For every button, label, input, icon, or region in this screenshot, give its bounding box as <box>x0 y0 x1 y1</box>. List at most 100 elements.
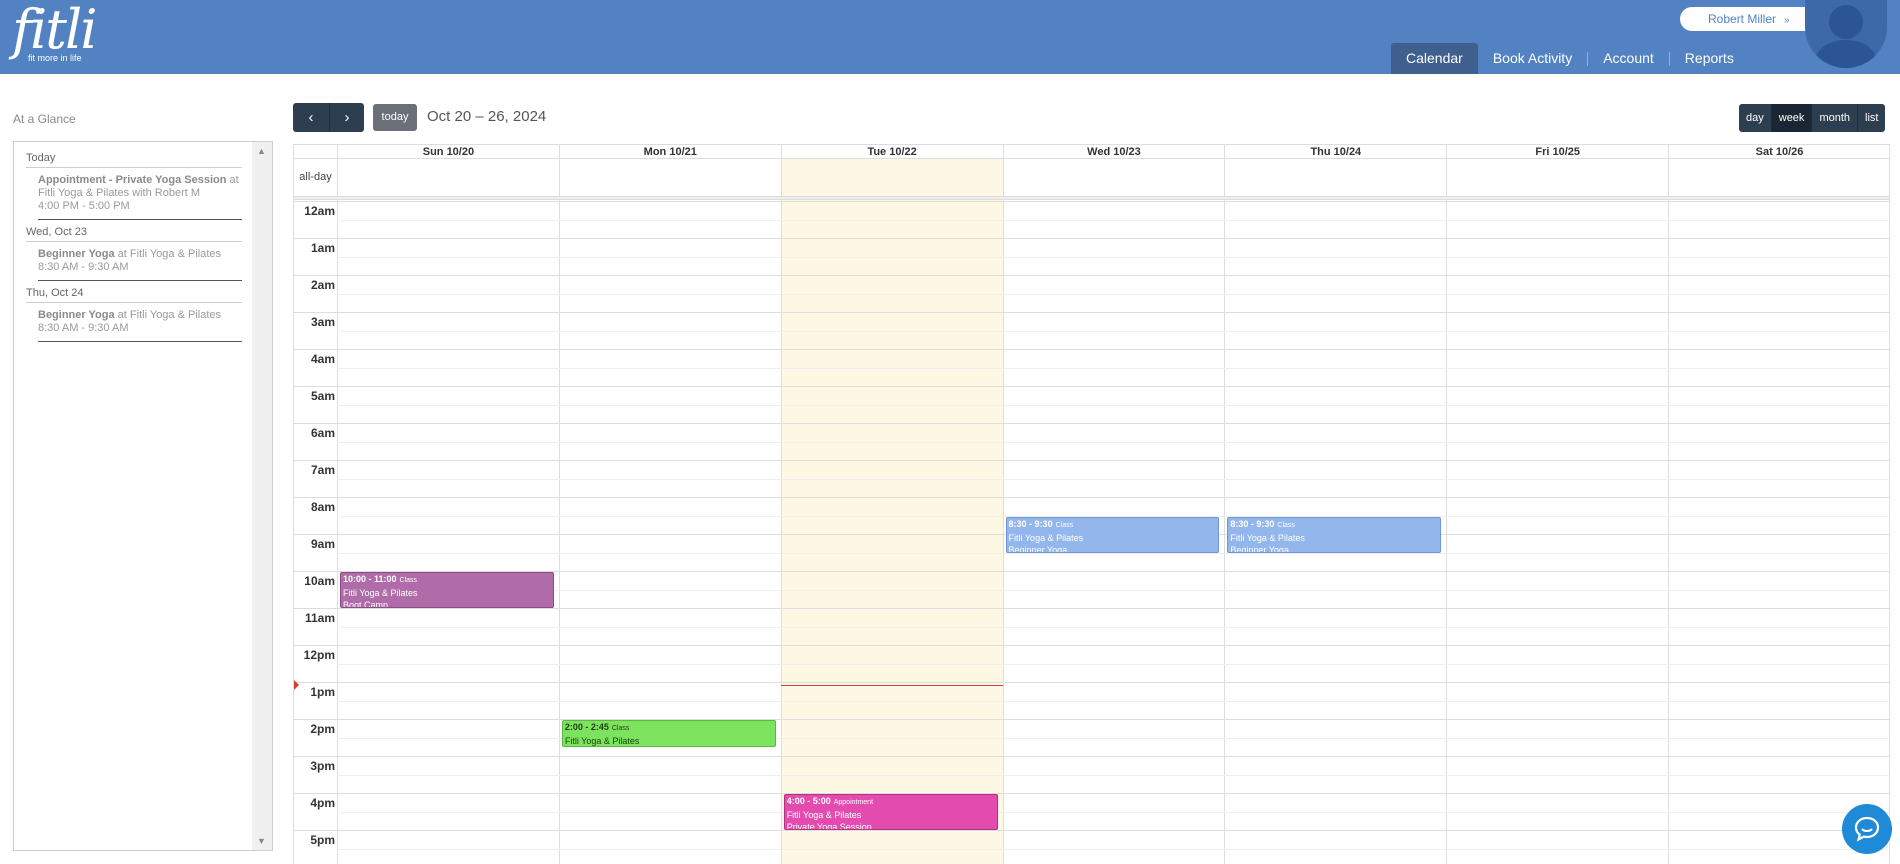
hour-line <box>294 386 1889 387</box>
hour-line <box>294 312 1889 313</box>
logo-tagline: fit more in life <box>28 53 82 63</box>
hour-line <box>294 349 1889 350</box>
half-hour-line <box>337 552 1889 554</box>
hour-line <box>294 423 1889 424</box>
view-list-button[interactable]: list <box>1857 104 1886 132</box>
glance-item-title: Beginner Yoga <box>38 309 115 321</box>
day-header[interactable]: Thu 10/24 <box>1224 145 1447 159</box>
day-column[interactable] <box>558 159 781 864</box>
glance-item[interactable]: Beginner Yoga at Fitli Yoga & Pilates 8:3… <box>38 242 242 281</box>
calendar-event[interactable]: 8:30 - 9:30 Class Fitli Yoga & Pilates Begi… <box>1227 516 1442 553</box>
prev-week-button[interactable]: ‹ <box>293 103 329 132</box>
day-column[interactable] <box>1224 159 1446 864</box>
day-header[interactable]: Wed 10/23 <box>1002 145 1225 159</box>
half-hour-line <box>337 219 1889 221</box>
next-week-button[interactable]: › <box>329 103 364 132</box>
half-hour-line <box>337 256 1889 258</box>
event-time: 8:30 - 9:30 <box>1008 518 1053 529</box>
day-header[interactable]: Fri 10/25 <box>1446 145 1669 159</box>
event-location: Fitli Yoga & Pilates <box>564 736 640 746</box>
glance-item[interactable]: Beginner Yoga at Fitli Yoga & Pilates 8:3… <box>38 303 242 342</box>
day-column[interactable] <box>1446 159 1668 864</box>
glance-item-time: 8:30 AM - 9:30 AM <box>38 261 129 273</box>
day-header[interactable]: Sun 10/20 <box>337 145 559 159</box>
view-day-button[interactable]: day <box>1739 104 1771 132</box>
half-hour-line <box>337 293 1889 295</box>
chat-button[interactable] <box>1842 804 1892 854</box>
event-time: 8:30 - 9:30 <box>1230 518 1275 529</box>
nav-calendar[interactable]: Calendar <box>1391 43 1478 74</box>
day-header[interactable]: Sat 10/26 <box>1668 145 1889 159</box>
hour-label: 3pm <box>310 759 335 773</box>
today-button[interactable]: today <box>373 104 417 131</box>
nav-account[interactable]: Account <box>1588 43 1669 74</box>
day-column[interactable] <box>780 159 1003 864</box>
hour-label: 7am <box>310 463 335 477</box>
view-week-button[interactable]: week <box>1770 104 1812 132</box>
view-month-button[interactable]: month <box>1811 104 1858 132</box>
hour-label: 5am <box>310 389 335 403</box>
at-a-glance-title: At a Glance <box>13 112 76 126</box>
nav-book-activity[interactable]: Book Activity <box>1478 43 1587 74</box>
chevron-right-icon: › <box>344 109 350 126</box>
glance-item[interactable]: Appointment - Private Yoga Session at Fi… <box>38 168 242 220</box>
calendar-event[interactable]: 4:00 - 5:00 Appointment Fitli Yoga & Pilat… <box>783 794 998 830</box>
hour-line <box>294 756 1889 757</box>
glance-item-title: Beginner Yoga <box>38 248 115 260</box>
day-header[interactable]: Tue 10/22 <box>780 145 1003 159</box>
event-title: Beginner Yoga <box>1230 544 1289 553</box>
glance-scrollbar[interactable]: ▲ ▼ <box>252 142 272 850</box>
scroll-down-icon[interactable]: ▼ <box>257 836 266 846</box>
chevron-down-icon: » <box>1784 15 1790 26</box>
event-time: 4:00 - 5:00 <box>786 796 831 806</box>
event-kind: Class <box>1055 521 1074 529</box>
glance-date-header: Today <box>26 152 242 168</box>
calendar-event[interactable]: 8:30 - 9:30 Class Fitli Yoga & Pilates Begi… <box>1005 516 1220 553</box>
chevron-left-icon: ‹ <box>308 109 314 126</box>
scroll-up-icon[interactable]: ▲ <box>257 146 266 156</box>
half-hour-line <box>337 478 1889 480</box>
day-column[interactable] <box>1002 159 1225 864</box>
glance-date-header: Wed, Oct 23 <box>26 226 242 242</box>
event-title: Beginner Yoga <box>1008 544 1068 553</box>
half-hour-line <box>337 848 1889 850</box>
half-hour-line <box>337 811 1889 813</box>
hour-label: 6am <box>310 426 335 440</box>
allday-divider <box>294 196 1889 200</box>
event-title: Boot Camp <box>343 600 389 608</box>
event-location: Fitli Yoga & Pilates <box>343 588 418 598</box>
nav-reports[interactable]: Reports <box>1670 43 1749 74</box>
calendar-event[interactable]: 2:00 - 2:45 Class Fitli Yoga & Pilates <box>561 720 776 747</box>
day-header[interactable]: Mon 10/21 <box>558 145 781 159</box>
event-title: Private Yoga Session <box>786 822 872 830</box>
now-indicator-arrow <box>294 679 299 690</box>
hour-label: 11am <box>304 611 335 625</box>
hour-label: 8am <box>310 500 335 514</box>
glance-item-time: 8:30 AM - 9:30 AM <box>38 322 129 334</box>
day-column[interactable] <box>337 159 559 864</box>
fitli-logo[interactable]: fitli fit more in life <box>12 0 97 64</box>
hour-label: 5pm <box>310 833 335 847</box>
logo-text: fitli <box>12 0 97 61</box>
event-location: Fitli Yoga & Pilates <box>786 810 862 820</box>
event-kind: Appointment <box>833 799 874 806</box>
hour-line <box>294 497 1889 498</box>
calendar-event[interactable]: 10:00 - 11:00 Class Fitli Yoga & Pilates Bo… <box>340 572 554 608</box>
hour-line <box>294 201 1889 202</box>
hour-line <box>294 793 1889 794</box>
hour-label: 10am <box>304 574 335 588</box>
hour-line <box>294 682 1889 683</box>
event-kind: Class <box>611 725 630 732</box>
half-hour-line <box>337 441 1889 443</box>
event-time: 10:00 - 11:00 <box>343 574 397 584</box>
view-switcher: day week month list <box>1739 104 1886 132</box>
top-header: fitli fit more in life Robert Miller » Ca… <box>0 0 1900 74</box>
glance-list: Today Appointment - Private Yoga Session … <box>14 142 252 342</box>
glance-item-time: 4:00 PM - 5:00 PM <box>38 200 130 212</box>
avatar[interactable] <box>1805 0 1887 68</box>
hour-label: 4am <box>310 352 335 366</box>
day-column[interactable] <box>1668 159 1889 864</box>
axis-header <box>294 145 337 159</box>
hour-label: 2pm <box>310 722 335 736</box>
at-a-glance-panel: Today Appointment - Private Yoga Session … <box>13 141 273 851</box>
